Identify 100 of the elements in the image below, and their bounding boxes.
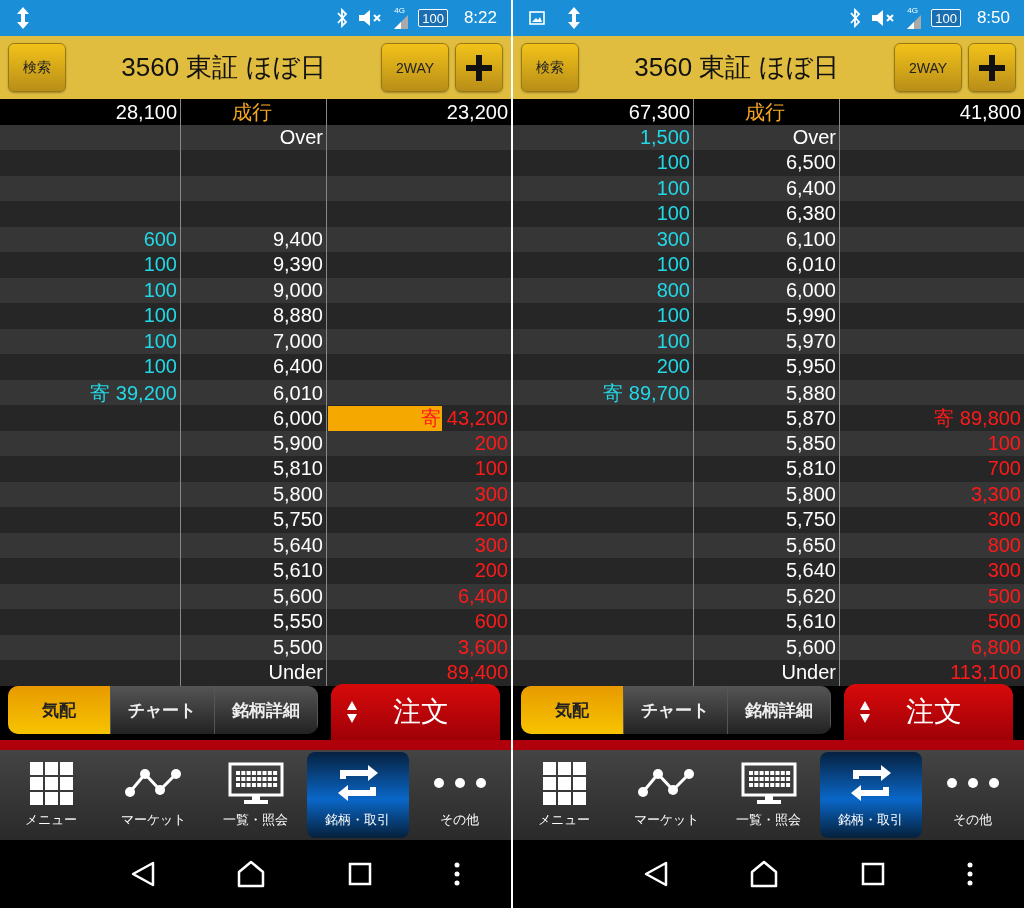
plus-icon [466, 54, 492, 81]
ask-quantity: 41,800 [959, 101, 1021, 124]
nav-item[interactable]: マーケット [615, 752, 718, 838]
price-level: 5,880 [785, 381, 836, 405]
signal-icon [907, 15, 922, 29]
tab[interactable]: 気配 [8, 686, 112, 734]
price-level: 5,800 [272, 482, 323, 506]
ask-quantity: 6,800 [970, 635, 1021, 659]
bluetooth-icon [849, 8, 862, 28]
overflow-menu-icon [453, 862, 460, 886]
price-level: 5,750 [785, 508, 836, 532]
battery-indicator: 100 [418, 9, 448, 27]
grid-icon [29, 761, 73, 805]
nav-item[interactable]: その他 [408, 752, 511, 838]
network-type: 4G [394, 7, 405, 15]
price-level: 5,600 [785, 635, 836, 659]
bid-quantity: 100 [656, 329, 690, 353]
price-level: 5,870 [785, 407, 836, 430]
up-down-arrow-icon [16, 7, 30, 29]
price-level: 5,640 [785, 559, 836, 583]
price-level: 成行 [232, 100, 272, 125]
nav-item[interactable]: 銘柄・取引 [306, 752, 409, 838]
price-level: 5,650 [785, 533, 836, 557]
stock-title: 3560 東証 ほぼ日 [120, 51, 327, 84]
up-down-triangle-icon [347, 701, 357, 723]
price-level: 5,620 [785, 584, 836, 608]
stock-title: 3560 東証 ほぼ日 [633, 51, 840, 84]
price-level: 5,850 [785, 431, 836, 455]
bid-quantity: 1,500 [639, 125, 690, 149]
bid-quantity: 28,100 [115, 101, 177, 124]
price-level: 6,000 [272, 407, 323, 430]
add-button[interactable] [455, 43, 503, 92]
bid-quantity: 100 [143, 329, 177, 353]
price-level: 9,000 [272, 278, 323, 302]
ask-quantity: 300 [987, 508, 1021, 532]
price-level: 5,810 [272, 457, 323, 481]
price-level: 6,400 [785, 176, 836, 200]
ask-quantity: 3,600 [457, 635, 508, 659]
price-level: 5,600 [272, 584, 323, 608]
home-icon [750, 860, 779, 888]
bid-quantity: 100 [656, 304, 690, 328]
mode-button[interactable]: 2WAY [894, 43, 962, 92]
price-level: 5,750 [272, 508, 323, 532]
bluetooth-icon [336, 8, 349, 28]
search-button[interactable]: 検索 [8, 43, 66, 92]
price-level: 9,400 [272, 227, 323, 251]
ask-quantity: 300 [474, 482, 508, 506]
ask-quantity: 3,300 [970, 482, 1021, 506]
nav-item[interactable]: 一覧・照会 [717, 752, 820, 838]
nav-item[interactable]: メニュー [513, 752, 616, 838]
clock-time: 8:22 [463, 8, 497, 28]
price-level: 6,100 [785, 227, 836, 251]
price-level: 5,640 [272, 533, 323, 557]
tab[interactable]: チャート [111, 686, 215, 734]
price-level: Over [792, 125, 836, 149]
ask-quantity: 200 [474, 508, 508, 532]
search-button[interactable]: 検索 [521, 43, 579, 92]
price-level: 8,880 [272, 304, 323, 328]
monitor-keyboard-icon [227, 762, 284, 804]
battery-indicator: 100 [931, 9, 961, 27]
up-down-triangle-icon [860, 701, 870, 723]
tab[interactable]: 銘柄詳細 [214, 686, 318, 734]
ask-quantity: 89,400 [446, 661, 508, 685]
add-button[interactable] [968, 43, 1016, 92]
nav-item[interactable]: マーケット [102, 752, 205, 838]
ask-quantity: 寄 43,200 [421, 406, 508, 431]
clock-time: 8:50 [976, 8, 1010, 28]
ask-quantity: 600 [474, 610, 508, 634]
ask-quantity: 500 [987, 610, 1021, 634]
price-level: 6,400 [272, 355, 323, 379]
ask-quantity: 300 [474, 533, 508, 557]
image-icon [529, 11, 545, 25]
ask-quantity: 寄 89,800 [934, 406, 1021, 431]
ask-quantity: 113,100 [950, 661, 1021, 685]
nav-item[interactable]: メニュー [0, 752, 103, 838]
tab[interactable]: 気配 [521, 686, 625, 734]
more-dots-icon [432, 777, 487, 789]
price-level: 5,610 [272, 559, 323, 583]
tab[interactable]: 銘柄詳細 [727, 686, 831, 734]
order-button[interactable]: 注文 [844, 684, 1013, 740]
nav-item[interactable]: その他 [921, 752, 1024, 838]
price-level: 5,500 [272, 635, 323, 659]
price-level: 5,990 [785, 304, 836, 328]
bid-quantity: 100 [143, 304, 177, 328]
bid-quantity: 300 [656, 227, 690, 251]
bid-quantity: 100 [143, 278, 177, 302]
nav-item[interactable]: 銘柄・取引 [819, 752, 922, 838]
order-button[interactable]: 注文 [331, 684, 500, 740]
ask-quantity: 100 [474, 457, 508, 481]
more-dots-icon [945, 777, 1000, 789]
price-level: Over [279, 125, 323, 149]
grid-icon [542, 761, 586, 805]
nav-item[interactable]: 一覧・照会 [204, 752, 307, 838]
price-level: 5,970 [785, 329, 836, 353]
home-icon [237, 860, 266, 888]
mode-button[interactable]: 2WAY [381, 43, 449, 92]
ask-quantity: 700 [987, 457, 1021, 481]
up-down-arrow-icon [567, 7, 581, 29]
bid-quantity: 67,300 [628, 101, 690, 124]
tab[interactable]: チャート [624, 686, 728, 734]
